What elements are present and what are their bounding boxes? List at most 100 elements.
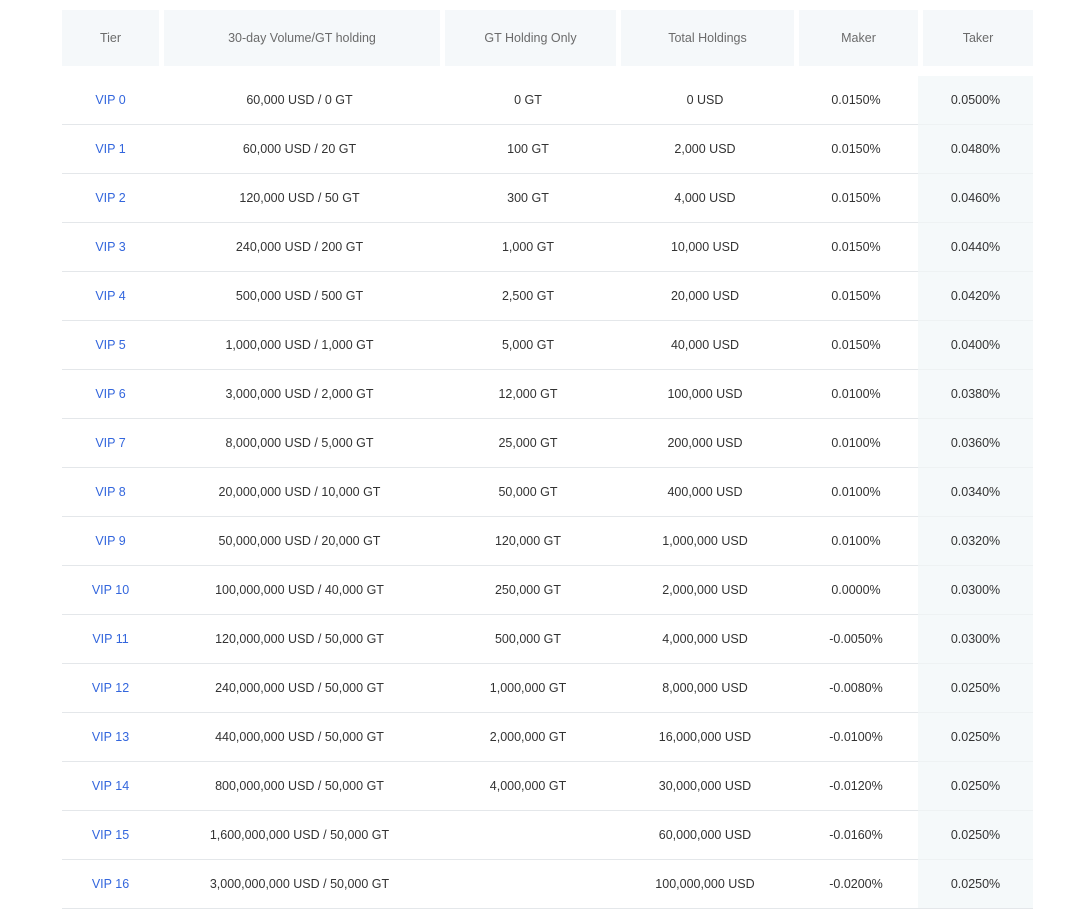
tier-link[interactable]: VIP 5 [95, 338, 125, 352]
vip-fee-table-container: Tier 30-day Volume/GT holding GT Holding… [62, 10, 1033, 909]
cell-taker: 0.0420% [918, 272, 1033, 321]
cell-total-holdings: 40,000 USD [616, 321, 794, 370]
cell-volume: 8,000,000 USD / 5,000 GT [159, 419, 440, 468]
tier-link[interactable]: VIP 15 [92, 828, 129, 842]
cell-tier: VIP 14 [62, 762, 159, 811]
cell-total-holdings: 16,000,000 USD [616, 713, 794, 762]
tier-link[interactable]: VIP 0 [95, 93, 125, 107]
cell-gt-holding-only: 250,000 GT [440, 566, 616, 615]
cell-total-holdings: 4,000,000 USD [616, 615, 794, 664]
column-header-volume: 30-day Volume/GT holding [159, 10, 440, 66]
header-row: Tier 30-day Volume/GT holding GT Holding… [62, 10, 1033, 66]
cell-total-holdings: 100,000 USD [616, 370, 794, 419]
table-row: VIP 12 240,000,000 USD / 50,000 GT 1,000,0… [62, 664, 1033, 713]
cell-taker: 0.0300% [918, 566, 1033, 615]
cell-tier: VIP 0 [62, 76, 159, 125]
table-row: VIP 3 240,000 USD / 200 GT 1,000 GT 10,000 … [62, 223, 1033, 272]
cell-volume: 60,000 USD / 20 GT [159, 125, 440, 174]
cell-taker: 0.0460% [918, 174, 1033, 223]
tier-link[interactable]: VIP 11 [92, 632, 128, 646]
tier-link[interactable]: VIP 6 [95, 387, 125, 401]
cell-tier: VIP 13 [62, 713, 159, 762]
column-header-maker: Maker [794, 10, 918, 66]
cell-taker: 0.0360% [918, 419, 1033, 468]
tier-link[interactable]: VIP 12 [92, 681, 129, 695]
cell-volume: 800,000,000 USD / 50,000 GT [159, 762, 440, 811]
cell-tier: VIP 5 [62, 321, 159, 370]
cell-taker: 0.0300% [918, 615, 1033, 664]
column-header-total-holdings: Total Holdings [616, 10, 794, 66]
table-row: VIP 6 3,000,000 USD / 2,000 GT 12,000 GT 10… [62, 370, 1033, 419]
cell-taker: 0.0320% [918, 517, 1033, 566]
cell-maker: -0.0100% [794, 713, 918, 762]
tier-link[interactable]: VIP 10 [92, 583, 129, 597]
cell-maker: -0.0050% [794, 615, 918, 664]
table-row: VIP 0 60,000 USD / 0 GT 0 GT 0 USD 0.0150% 0.… [62, 76, 1033, 125]
cell-maker: 0.0000% [794, 566, 918, 615]
table-row: VIP 10 100,000,000 USD / 40,000 GT 250,000… [62, 566, 1033, 615]
cell-gt-holding-only: 2,000,000 GT [440, 713, 616, 762]
cell-total-holdings: 2,000,000 USD [616, 566, 794, 615]
cell-tier: VIP 2 [62, 174, 159, 223]
tier-link[interactable]: VIP 9 [95, 534, 125, 548]
cell-maker: -0.0160% [794, 811, 918, 860]
cell-maker: 0.0100% [794, 370, 918, 419]
cell-gt-holding-only: 50,000 GT [440, 468, 616, 517]
cell-taker: 0.0500% [918, 76, 1033, 125]
cell-tier: VIP 4 [62, 272, 159, 321]
tier-link[interactable]: VIP 3 [95, 240, 125, 254]
cell-total-holdings: 0 USD [616, 76, 794, 125]
cell-gt-holding-only [440, 811, 616, 860]
table-row: VIP 15 1,600,000,000 USD / 50,000 GT 60,00… [62, 811, 1033, 860]
table-row: VIP 14 800,000,000 USD / 50,000 GT 4,000,0… [62, 762, 1033, 811]
spacer-cell [616, 66, 794, 76]
cell-total-holdings: 8,000,000 USD [616, 664, 794, 713]
cell-maker: 0.0150% [794, 174, 918, 223]
cell-total-holdings: 60,000,000 USD [616, 811, 794, 860]
cell-maker: -0.0080% [794, 664, 918, 713]
tier-link[interactable]: VIP 14 [92, 779, 129, 793]
vip-fee-table: Tier 30-day Volume/GT holding GT Holding… [62, 10, 1033, 909]
cell-tier: VIP 10 [62, 566, 159, 615]
tier-link[interactable]: VIP 8 [95, 485, 125, 499]
cell-tier: VIP 15 [62, 811, 159, 860]
cell-taker: 0.0250% [918, 713, 1033, 762]
cell-total-holdings: 400,000 USD [616, 468, 794, 517]
cell-maker: 0.0150% [794, 321, 918, 370]
tier-link[interactable]: VIP 1 [95, 142, 125, 156]
tier-link[interactable]: VIP 2 [95, 191, 125, 205]
table-row: VIP 13 440,000,000 USD / 50,000 GT 2,000,0… [62, 713, 1033, 762]
cell-maker: 0.0150% [794, 76, 918, 125]
spacer-cell [440, 66, 616, 76]
table-row: VIP 16 3,000,000,000 USD / 50,000 GT 100,0… [62, 860, 1033, 909]
tier-link[interactable]: VIP 7 [95, 436, 125, 450]
cell-total-holdings: 4,000 USD [616, 174, 794, 223]
cell-maker: 0.0100% [794, 468, 918, 517]
cell-tier: VIP 1 [62, 125, 159, 174]
cell-tier: VIP 3 [62, 223, 159, 272]
tier-link[interactable]: VIP 4 [95, 289, 125, 303]
cell-volume: 3,000,000,000 USD / 50,000 GT [159, 860, 440, 909]
cell-gt-holding-only: 25,000 GT [440, 419, 616, 468]
cell-maker: 0.0150% [794, 223, 918, 272]
cell-taker: 0.0400% [918, 321, 1033, 370]
cell-maker: 0.0100% [794, 517, 918, 566]
column-header-taker: Taker [918, 10, 1033, 66]
cell-gt-holding-only: 1,000 GT [440, 223, 616, 272]
cell-gt-holding-only [440, 860, 616, 909]
cell-gt-holding-only: 5,000 GT [440, 321, 616, 370]
spacer-cell [159, 66, 440, 76]
cell-total-holdings: 200,000 USD [616, 419, 794, 468]
cell-gt-holding-only: 0 GT [440, 76, 616, 125]
column-header-tier: Tier [62, 10, 159, 66]
spacer-cell [794, 66, 918, 76]
tier-link[interactable]: VIP 13 [92, 730, 129, 744]
cell-taker: 0.0480% [918, 125, 1033, 174]
cell-gt-holding-only: 1,000,000 GT [440, 664, 616, 713]
cell-gt-holding-only: 12,000 GT [440, 370, 616, 419]
cell-volume: 1,600,000,000 USD / 50,000 GT [159, 811, 440, 860]
cell-tier: VIP 11 [62, 615, 159, 664]
cell-total-holdings: 1,000,000 USD [616, 517, 794, 566]
table-row: VIP 5 1,000,000 USD / 1,000 GT 5,000 GT 40,… [62, 321, 1033, 370]
table-row: VIP 7 8,000,000 USD / 5,000 GT 25,000 GT 20… [62, 419, 1033, 468]
